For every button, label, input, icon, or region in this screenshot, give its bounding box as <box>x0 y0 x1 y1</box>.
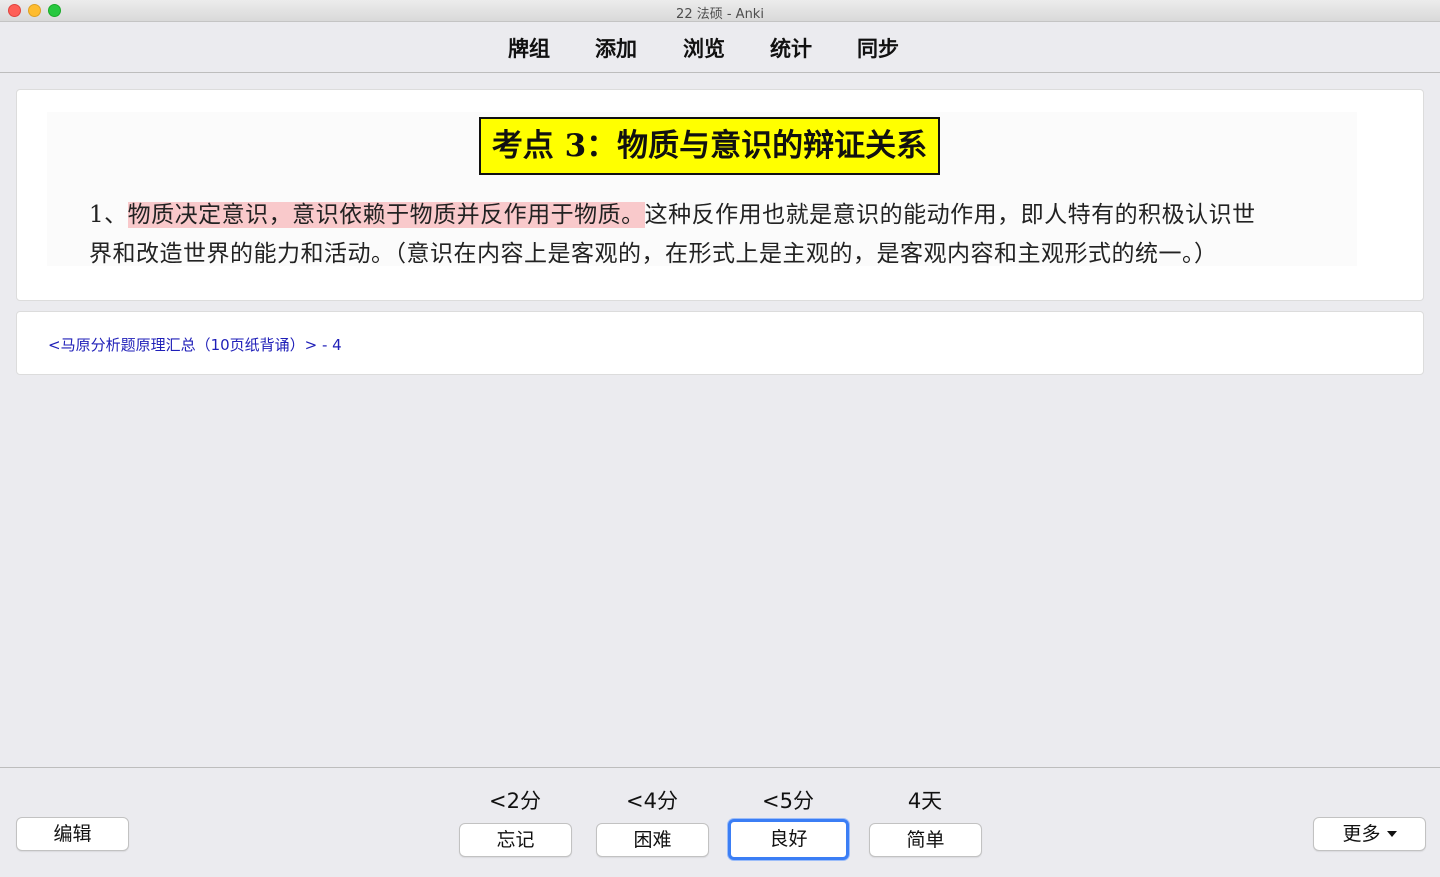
window-title: 22 法硕 - Anki <box>676 7 764 22</box>
toolbar-decks-link[interactable]: 牌组 <box>508 33 550 63</box>
card-text-highlight: 物质决定意识，意识依赖于物质并反作用于物质。 <box>127 202 645 228</box>
easy-interval: 4天 <box>907 789 943 813</box>
toolbar-add-link[interactable]: 添加 <box>595 33 637 63</box>
more-button[interactable]: 更多 <box>1313 817 1426 851</box>
hard-button[interactable]: 困难 <box>596 823 709 857</box>
again-interval: <2分 <box>489 789 541 813</box>
card-source-panel: <马原分析题原理汇总（10页纸背诵）> - 4 <box>16 311 1424 375</box>
more-button-label: 更多 <box>1342 823 1381 845</box>
card-text-line-1: 1、物质决定意识，意识依赖于物质并反作用于物质。这种反作用也就是意识的能动作用，… <box>89 195 1256 229</box>
card-question-panel: 考点 3：物质与意识的辩证关系 1、物质决定意识，意识依赖于物质并反作用于物质。… <box>16 89 1424 301</box>
again-button[interactable]: 忘记 <box>459 823 572 857</box>
chevron-down-icon <box>1386 831 1397 837</box>
main-toolbar: 牌组 添加 浏览 统计 同步 <box>0 22 1440 73</box>
toolbar-sync-link[interactable]: 同步 <box>857 33 899 63</box>
anki-window: 22 法硕 - Anki 牌组 添加 浏览 统计 同步 考点 3：物质与意识的辩… <box>0 0 1440 877</box>
toolbar-stats-link[interactable]: 统计 <box>770 33 812 63</box>
good-interval: <5分 <box>762 789 814 813</box>
card-image: 考点 3：物质与意识的辩证关系 1、物质决定意识，意识依赖于物质并反作用于物质。… <box>47 112 1357 267</box>
hard-interval: <4分 <box>626 789 678 813</box>
good-button[interactable]: 良好 <box>728 819 849 860</box>
card-text-line-2: 界和改造世界的能力和活动。（意识在内容上是客观的，在形式上是主观的，是客观内容和… <box>89 241 1218 267</box>
card-text-number: 1、 <box>89 202 128 228</box>
title-bar: 22 法硕 - Anki <box>0 0 1440 22</box>
easy-button[interactable]: 简单 <box>869 823 982 857</box>
source-link[interactable]: <马原分析题原理汇总（10页纸背诵）> - 4 <box>48 334 342 355</box>
card-image-title: 考点 3：物质与意识的辩证关系 <box>479 117 940 175</box>
answer-bar: 编辑 <2分 <4分 <5分 4天 忘记 困难 良好 简单 更多 <box>0 767 1440 877</box>
toolbar-browse-link[interactable]: 浏览 <box>683 33 725 63</box>
edit-button[interactable]: 编辑 <box>16 817 129 851</box>
card-text-line-1-rest: 这种反作用也就是意识的能动作用，即人特有的积极认识世 <box>644 202 1256 228</box>
